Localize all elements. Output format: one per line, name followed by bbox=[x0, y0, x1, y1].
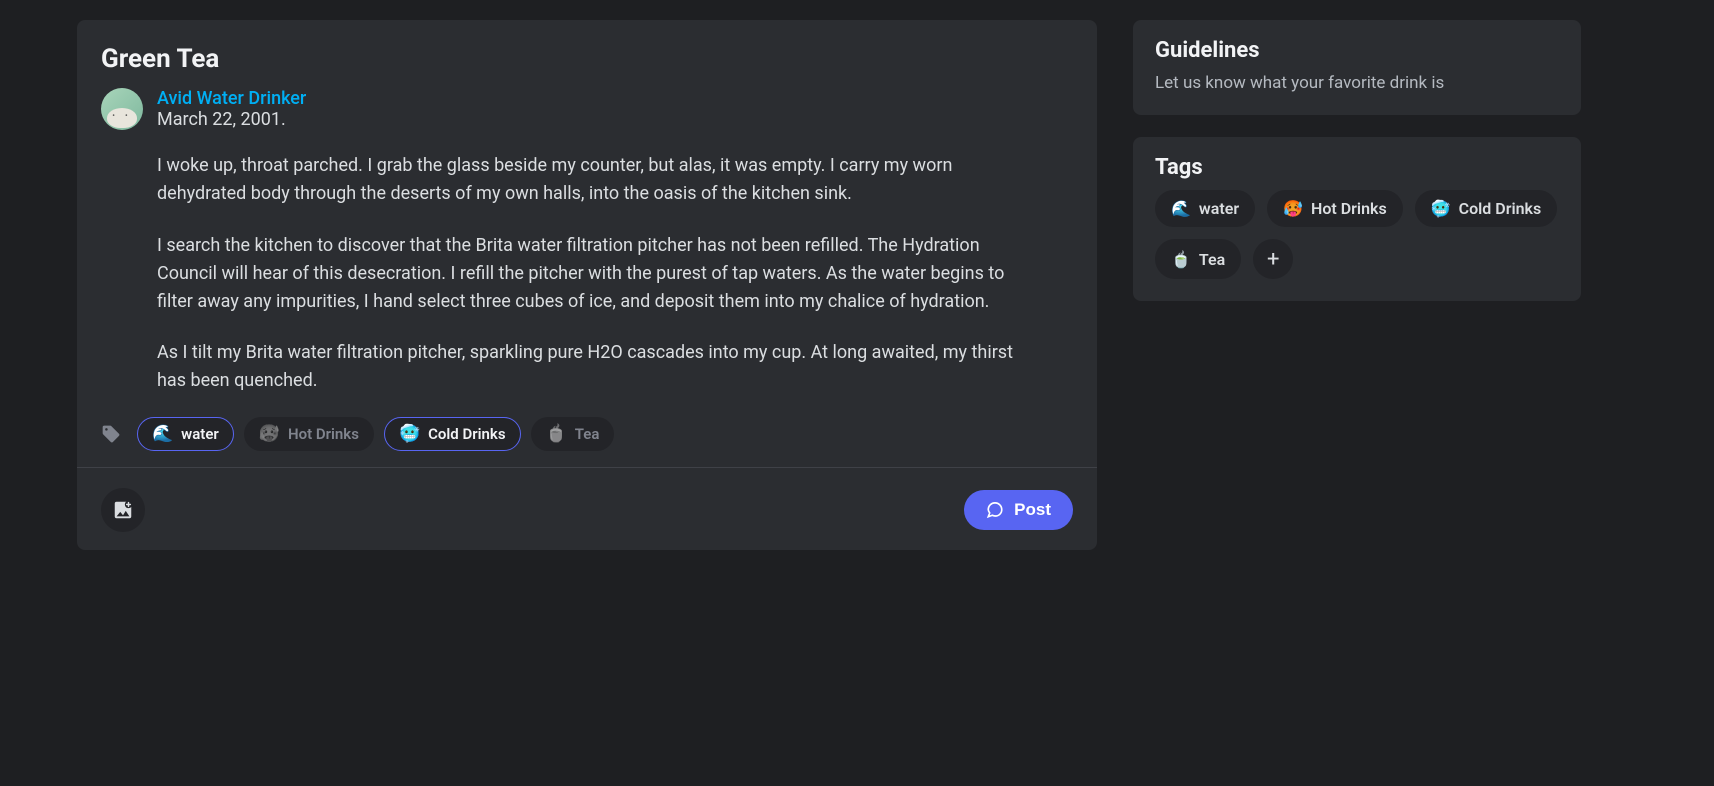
guidelines-desc: Let us know what your favorite drink is bbox=[1155, 73, 1559, 93]
post-paragraph: I woke up, throat parched. I grab the gl… bbox=[157, 152, 1013, 208]
wave-icon: 🌊 bbox=[1171, 199, 1191, 218]
tag-label: Hot Drinks bbox=[288, 425, 359, 443]
tea-icon: 🍵 bbox=[1171, 250, 1191, 269]
post-paragraph: I search the kitchen to discover that th… bbox=[157, 232, 1013, 316]
cold-face-icon: 🥶 bbox=[1431, 199, 1451, 218]
post-editor-panel: Green Tea Avid Water Drinker March 22, 2… bbox=[77, 20, 1097, 550]
tag-label: Cold Drinks bbox=[1459, 199, 1542, 218]
author-row: Avid Water Drinker March 22, 2001. bbox=[77, 88, 1097, 146]
add-media-button[interactable] bbox=[101, 488, 145, 532]
tag-icon bbox=[101, 424, 121, 444]
tags-title: Tags bbox=[1155, 155, 1559, 180]
image-plus-icon bbox=[112, 499, 134, 521]
guidelines-title: Guidelines bbox=[1155, 38, 1559, 63]
post-title: Green Tea bbox=[77, 44, 1097, 88]
post-date: March 22, 2001. bbox=[157, 109, 306, 130]
sidebar-tag-hot-drinks[interactable]: 🥵 Hot Drinks bbox=[1267, 190, 1403, 227]
post-button-label: Post bbox=[1014, 500, 1051, 520]
guidelines-card: Guidelines Let us know what your favorit… bbox=[1133, 20, 1581, 115]
sidebar-tag-cold-drinks[interactable]: 🥶 Cold Drinks bbox=[1415, 190, 1558, 227]
tag-label: Tea bbox=[1199, 250, 1225, 269]
tag-label: Hot Drinks bbox=[1311, 199, 1387, 218]
tag-label: Cold Drinks bbox=[428, 425, 505, 443]
cold-face-icon: 🥶 bbox=[399, 424, 420, 444]
tag-cold-drinks[interactable]: 🥶 Cold Drinks bbox=[384, 417, 521, 451]
post-tag-row: 🌊 water 🥵 Hot Drinks 🥶 Cold Drinks 🍵 Tea bbox=[77, 413, 1097, 467]
sidebar-tag-tea[interactable]: 🍵 Tea bbox=[1155, 239, 1241, 279]
avatar[interactable] bbox=[101, 88, 143, 130]
sidebar-tag-water[interactable]: 🌊 water bbox=[1155, 190, 1255, 227]
tag-water[interactable]: 🌊 water bbox=[137, 417, 234, 451]
tag-tea[interactable]: 🍵 Tea bbox=[531, 417, 615, 451]
post-body: I woke up, throat parched. I grab the gl… bbox=[77, 146, 1037, 395]
author-name[interactable]: Avid Water Drinker bbox=[157, 88, 306, 109]
tags-card: Tags 🌊 water 🥵 Hot Drinks 🥶 Cold Drinks … bbox=[1133, 137, 1581, 301]
tea-icon: 🍵 bbox=[546, 424, 567, 444]
tag-label: water bbox=[1199, 199, 1239, 218]
hot-face-icon: 🥵 bbox=[259, 424, 280, 444]
add-tag-button[interactable]: + bbox=[1253, 239, 1293, 279]
wave-icon: 🌊 bbox=[152, 424, 173, 444]
post-footer: Post bbox=[77, 468, 1097, 532]
sidebar: Guidelines Let us know what your favorit… bbox=[1133, 20, 1581, 550]
tag-label: water bbox=[181, 425, 219, 443]
post-paragraph: As I tilt my Brita water filtration pitc… bbox=[157, 339, 1013, 395]
hot-face-icon: 🥵 bbox=[1283, 199, 1303, 218]
tag-hot-drinks[interactable]: 🥵 Hot Drinks bbox=[244, 417, 374, 451]
plus-icon: + bbox=[1267, 247, 1279, 272]
tag-label: Tea bbox=[575, 425, 600, 443]
post-button[interactable]: Post bbox=[964, 490, 1073, 530]
chat-icon bbox=[986, 501, 1004, 519]
